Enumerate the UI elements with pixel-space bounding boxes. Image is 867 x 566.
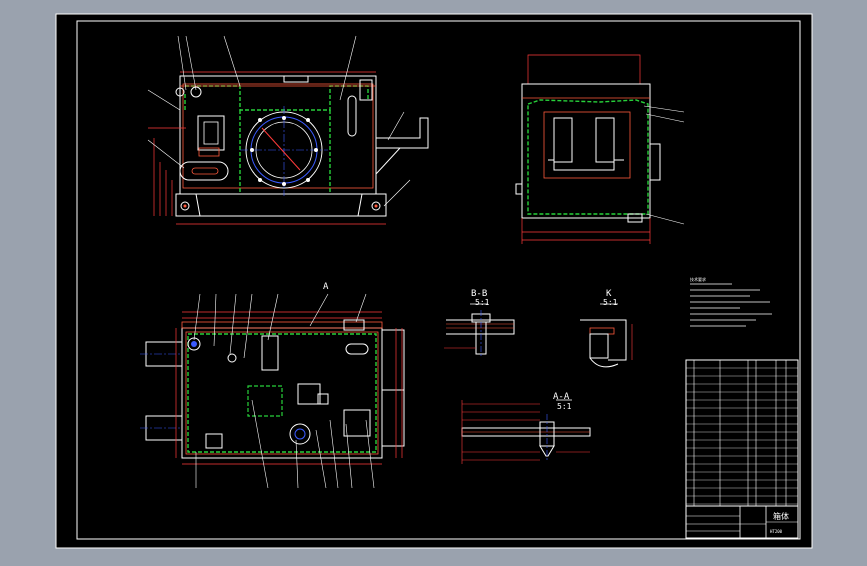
section-bb-scale: 5:1 — [475, 298, 490, 307]
section-aa-label: A-A — [553, 392, 570, 402]
section-aa-scale: 5:1 — [557, 402, 572, 411]
cad-drawing-viewport: B-B 5:1 K 5:1 A-A 5:1 A 技术要求 箱体 HT200 — [0, 0, 867, 562]
drawing-canvas — [55, 13, 813, 549]
title-block-material: HT200 — [770, 529, 783, 534]
title-block-name: 箱体 — [773, 512, 789, 521]
view-direction-a: A — [323, 282, 329, 292]
view-k-scale: 5:1 — [603, 298, 618, 307]
notes-title: 技术要求 — [690, 277, 706, 282]
